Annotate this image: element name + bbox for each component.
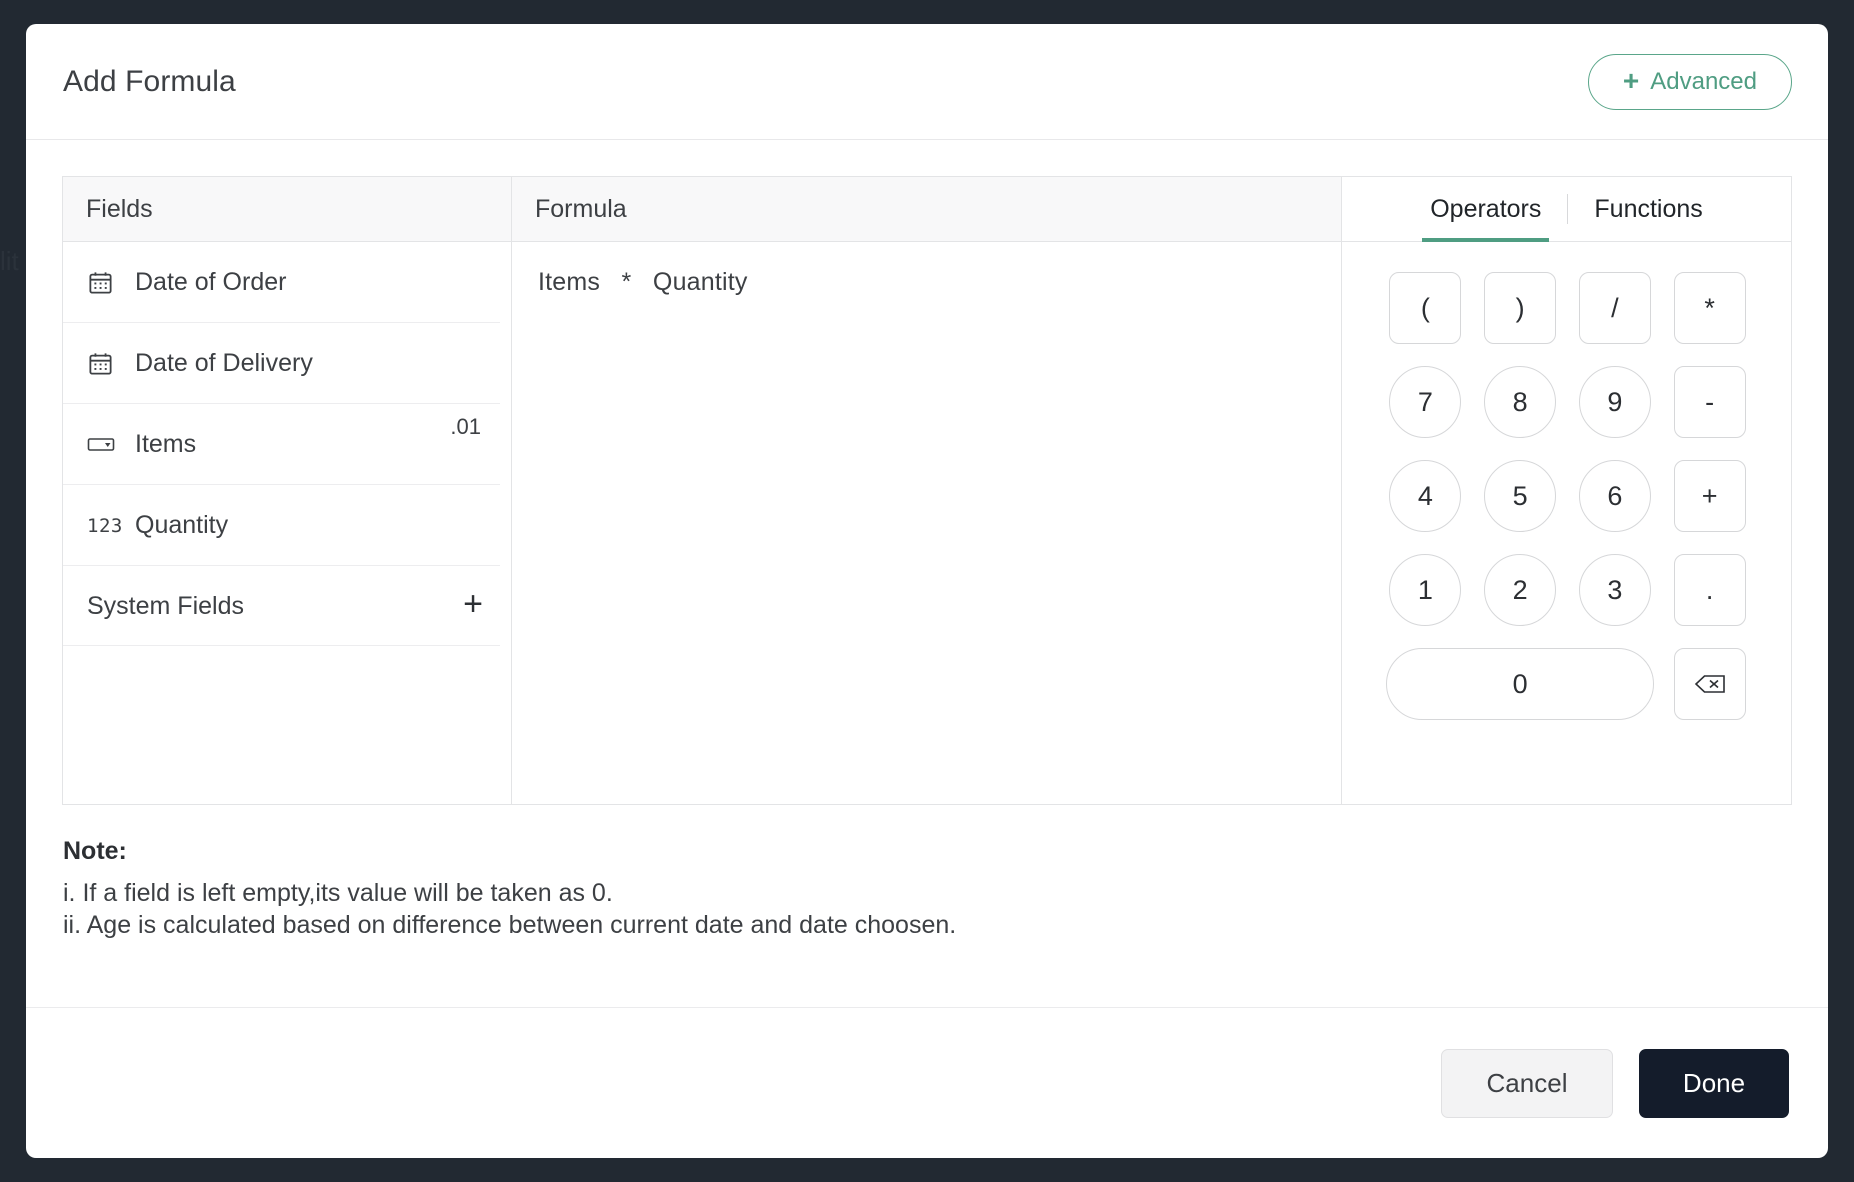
tab-functions[interactable]: Functions	[1568, 177, 1728, 241]
formula-panel-header: Formula	[512, 177, 1341, 242]
key-divide[interactable]: /	[1578, 272, 1651, 344]
calendar-icon	[87, 269, 129, 296]
key-open-paren[interactable]: (	[1389, 272, 1462, 344]
formula-editor[interactable]: Items * Quantity	[512, 242, 1341, 804]
key-backspace[interactable]	[1673, 648, 1746, 720]
field-label: Date of Delivery	[135, 349, 313, 377]
key-8[interactable]: 8	[1484, 366, 1557, 438]
key-9[interactable]: 9	[1578, 366, 1651, 438]
field-label: Items	[135, 430, 197, 458]
field-item-date-of-delivery[interactable]: Date of Delivery	[63, 323, 511, 404]
fields-panel-header: Fields	[63, 177, 511, 242]
note-line-2: ii. Age is calculated based on differenc…	[63, 910, 957, 939]
plus-icon: +	[1622, 64, 1640, 96]
cancel-button[interactable]: Cancel	[1441, 1048, 1613, 1118]
fields-list: Date of Order Date of Delivery .01 Items…	[63, 242, 511, 804]
plus-icon[interactable]: +	[463, 587, 483, 621]
number-123-icon: 123	[87, 514, 123, 537]
keypad-grid: ( ) / * 7 8 9 - 4 5 6 + 1 2 3 . 0	[1342, 242, 1791, 804]
field-decimal-badge: .01	[450, 414, 481, 439]
key-7[interactable]: 7	[1389, 366, 1462, 438]
fields-panel: Fields Date of Order Date of Delivery .0…	[63, 177, 512, 804]
key-1[interactable]: 1	[1389, 554, 1462, 626]
note-line-1: i. If a field is left empty,its value wi…	[63, 879, 613, 907]
background-ghost-text: lit	[0, 246, 19, 276]
key-0[interactable]: 0	[1386, 648, 1655, 720]
field-label: Quantity	[135, 511, 229, 539]
keypad-panel: Operators Functions ( ) / * 7 8 9 - 4 5 …	[1342, 177, 1791, 804]
field-label: Date of Order	[135, 268, 287, 296]
tab-operators[interactable]: Operators	[1404, 177, 1567, 242]
key-plus[interactable]: +	[1673, 460, 1746, 532]
formula-builder-panels: Fields Date of Order Date of Delivery .0…	[62, 176, 1792, 805]
field-item-quantity[interactable]: 123 Quantity	[63, 485, 511, 566]
note-section: Note: i. If a field is left empty,its va…	[26, 805, 1828, 942]
key-5[interactable]: 5	[1484, 460, 1557, 532]
field-item-date-of-order[interactable]: Date of Order	[63, 242, 511, 323]
add-formula-dialog: Add Formula + Advanced Fields Date of Or…	[26, 24, 1828, 1158]
field-item-items[interactable]: .01 Items	[63, 404, 511, 485]
advanced-button[interactable]: + Advanced	[1587, 53, 1792, 110]
system-fields-row[interactable]: System Fields +	[63, 566, 511, 646]
formula-expression: Items * Quantity	[538, 268, 748, 296]
system-fields-label: System Fields	[87, 591, 244, 620]
key-4[interactable]: 4	[1389, 460, 1462, 532]
note-title: Note:	[63, 837, 127, 865]
calendar-icon	[87, 350, 129, 377]
dialog-footer: Cancel Done	[26, 1007, 1828, 1158]
key-minus[interactable]: -	[1673, 366, 1746, 438]
key-3[interactable]: 3	[1578, 554, 1651, 626]
backspace-icon	[1693, 672, 1727, 696]
formula-panel: Formula Items * Quantity	[512, 177, 1342, 804]
keypad-tabs: Operators Functions	[1342, 177, 1791, 242]
key-multiply[interactable]: *	[1673, 272, 1746, 344]
dialog-header: Add Formula + Advanced	[26, 24, 1828, 140]
decimal-field-icon	[87, 435, 129, 455]
key-6[interactable]: 6	[1578, 460, 1651, 532]
key-2[interactable]: 2	[1484, 554, 1557, 626]
key-close-paren[interactable]: )	[1484, 272, 1557, 344]
advanced-button-label: Advanced	[1650, 67, 1757, 95]
page-title: Add Formula	[63, 64, 236, 98]
key-decimal-point[interactable]: .	[1673, 554, 1746, 626]
done-button[interactable]: Done	[1639, 1048, 1789, 1118]
